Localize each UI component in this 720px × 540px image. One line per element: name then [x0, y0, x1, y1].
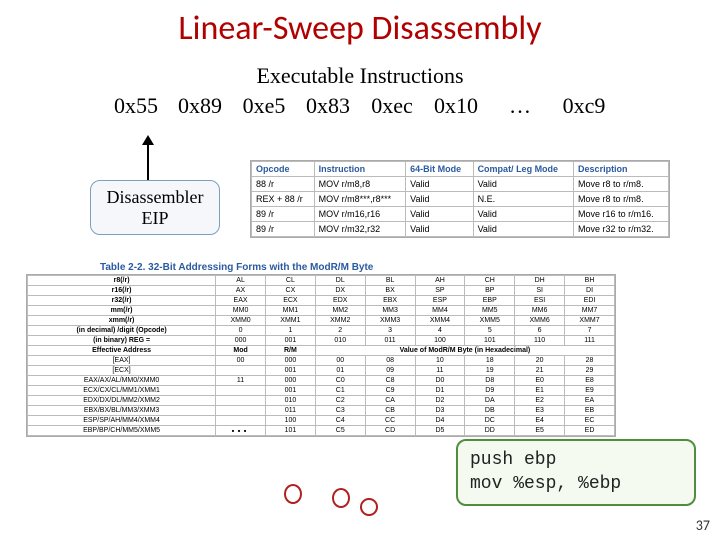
- table-row: EAX/AX/AL/MM0/XMM011000C0C8D0D8E0E8: [28, 376, 615, 386]
- table-row: ESP/SP/AH/MM4/XMM4100C4CCD4DCE4EC: [28, 416, 615, 426]
- table-row: EDX/DX/DL/MM2/XMM2010C2CAD2DAE2EA: [28, 396, 615, 406]
- byte-row: 0x55 0x89 0xe5 0x83 0xec 0x10 … 0xc9: [0, 93, 720, 119]
- opcode-th: Instruction: [314, 162, 406, 177]
- byte: 0xe5: [238, 93, 290, 119]
- opcode-table: Opcode Instruction 64-Bit Mode Compat/ L…: [250, 160, 670, 238]
- eip-line1: Disassembler: [95, 187, 215, 208]
- highlight-circle-icon: [284, 484, 302, 504]
- asm-line: push ebp: [470, 449, 682, 472]
- byte: 0x89: [174, 93, 226, 119]
- eip-callout: Disassembler EIP: [90, 180, 220, 235]
- opcode-th: Description: [574, 162, 669, 177]
- table-row: EBP/BP/CH/MM5/XMM5101C5CDD5DDE5ED: [28, 426, 615, 436]
- byte: 0xec: [366, 93, 418, 119]
- byte: 0x10: [430, 93, 482, 119]
- highlight-circle-icon: [360, 498, 378, 516]
- table-row: [ECX]001010911192129: [28, 366, 615, 376]
- subtitle: Executable Instructions: [0, 63, 720, 89]
- byte: 0x83: [302, 93, 354, 119]
- byte: …: [494, 93, 546, 119]
- table-row: 89 /rMOV r/m16,r16ValidValidMove r16 to …: [252, 207, 669, 222]
- modrm-table: r8(/r)ALCLDLBLAHCHDHBH r16(/r)AXCXDXBXSP…: [26, 274, 616, 437]
- highlight-circle-icon: [332, 488, 350, 508]
- asm-line: mov %esp, %ebp: [470, 473, 682, 496]
- table-row: ECX/CX/CL/MM1/XMM1001C1C9D1D9E1E9: [28, 386, 615, 396]
- modrm-title: Table 2-2. 32-Bit Addressing Forms with …: [98, 262, 375, 273]
- byte: 0xc9: [558, 93, 610, 119]
- table-row: 88 /rMOV r/m8,r8ValidValidMove r8 to r/m…: [252, 177, 669, 192]
- slide: Linear-Sweep Disassembly Executable Inst…: [0, 0, 720, 540]
- table-row: REX + 88 /rMOV r/m8***,r8***ValidN.E.Mov…: [252, 192, 669, 207]
- table-row: [EAX]00000000810182028: [28, 356, 615, 366]
- page-number: 37: [696, 517, 710, 534]
- table-row: EBX/BX/BL/MM3/XMM3011C3CBD3DBE3EB: [28, 406, 615, 416]
- opcode-th: Compat/ Leg Mode: [473, 162, 573, 177]
- ellipsis: …: [230, 416, 248, 437]
- opcode-th: 64-Bit Mode: [406, 162, 473, 177]
- asm-callout: push ebp mov %esp, %ebp: [456, 439, 696, 506]
- byte: 0x55: [110, 93, 162, 119]
- arrow-up-icon: [147, 137, 149, 181]
- slide-title: Linear-Sweep Disassembly: [0, 0, 720, 49]
- table-row: 89 /rMOV r/m32,r32ValidValidMove r32 to …: [252, 222, 669, 237]
- opcode-th: Opcode: [252, 162, 315, 177]
- eip-line2: EIP: [95, 208, 215, 229]
